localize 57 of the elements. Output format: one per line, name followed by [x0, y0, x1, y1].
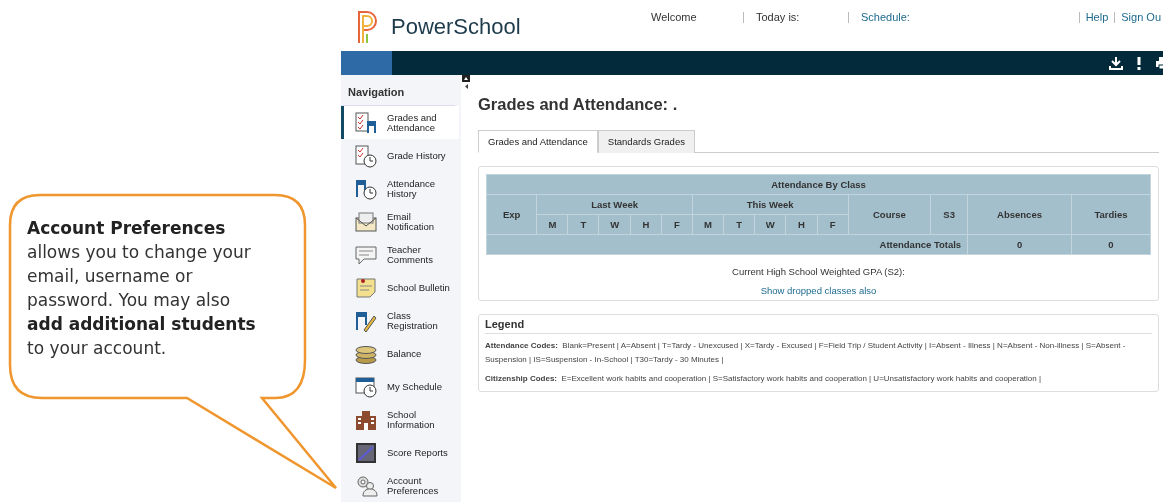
page-title: Grades and Attendance: . — [478, 95, 679, 114]
nav-item[interactable]: Grade History — [341, 139, 459, 172]
checklist-clock-icon — [354, 143, 378, 168]
nav-item[interactable]: Account Preferences — [341, 469, 459, 502]
column-header: Last Week — [536, 194, 693, 215]
table-cell: 0 — [967, 234, 1072, 255]
column-header: This Week — [692, 194, 849, 215]
table-title: Attendance By Class — [486, 174, 1151, 195]
tab[interactable]: Standards Grades — [597, 130, 695, 153]
note-icon — [354, 275, 378, 300]
nav-item[interactable]: Attendance History — [341, 172, 459, 205]
collapse-handle-icon[interactable] — [462, 75, 470, 91]
column-header: M — [536, 214, 568, 235]
header-link[interactable]: Sign Ou — [1115, 11, 1163, 23]
column-header: H — [785, 214, 818, 235]
column-header: F — [661, 214, 693, 235]
legend-text: Attendance Codes: Blank=Present | A=Absent | T=Tardy - Unexcused | X=Tardy - Excused | F=Field Trip / Student Activity | I=Absent - Illness | N=Absent - Non-illness | S=Absent - Suspension | IS=Suspension - In-School | T30=Tardy - 30 Minutes | — [485, 340, 1127, 366]
show-dropped-link[interactable]: Show dropped classes also — [760, 285, 877, 296]
nav-item[interactable]: Grades and Attendance — [341, 106, 459, 139]
download-icon[interactable] — [1109, 56, 1123, 70]
legend-title: Legend — [485, 318, 1152, 334]
nav-item[interactable]: School Bulletin — [341, 271, 459, 304]
calendar-clock-icon — [354, 374, 378, 399]
tab[interactable]: Grades and Attendance — [478, 130, 598, 153]
legend-text: Citizenship Codes: E=Excellent work habits and cooperation | S=Satisfactory work habits and cooperation | U=Unsatisfactory work habits and cooperation | — [485, 373, 1043, 385]
nav-item[interactable]: Balance — [341, 337, 459, 370]
column-header: H — [630, 214, 662, 235]
column-header: T — [567, 214, 599, 235]
alert-icon[interactable] — [1136, 56, 1142, 70]
nav-item[interactable]: Score Reports — [341, 436, 459, 469]
column-header: W — [599, 214, 631, 235]
nav-item[interactable]: Email Notification — [341, 205, 459, 238]
user-gear-icon — [354, 473, 378, 498]
gpa-label: Current High School Weighted GPA (S2): — [731, 266, 906, 277]
callout-text: Account Preferences allows you to change your email, username or password. You may also add additional students to your account. — [27, 217, 257, 360]
tablet-icon — [354, 440, 378, 465]
table-cell: 0 — [1071, 234, 1151, 255]
logo-text: PowerSchool — [391, 14, 521, 40]
column-header: M — [692, 214, 724, 235]
checklist-desk-icon — [354, 110, 378, 135]
nav-item[interactable]: Class Registration — [341, 304, 459, 337]
column-header: T — [723, 214, 755, 235]
header-link[interactable]: Help — [1079, 11, 1115, 23]
column-header: Course — [848, 194, 931, 235]
column-header: W — [754, 214, 786, 235]
column-header: Absences — [967, 194, 1072, 235]
column-header: S3 — [930, 194, 968, 235]
header-label: Welcome — [651, 11, 698, 23]
nav-item[interactable]: School Information — [341, 403, 459, 436]
nav-item[interactable]: My Schedule — [341, 370, 459, 403]
envelope-icon — [354, 209, 378, 234]
header-label: Today is: — [756, 11, 801, 23]
column-header: Exp — [486, 194, 537, 235]
column-header: Tardies — [1071, 194, 1151, 235]
table-cell: Attendance Totals — [486, 234, 968, 255]
header-link[interactable]: Schedule: — [861, 11, 953, 23]
nav-item[interactable]: Teacher Comments — [341, 238, 459, 271]
